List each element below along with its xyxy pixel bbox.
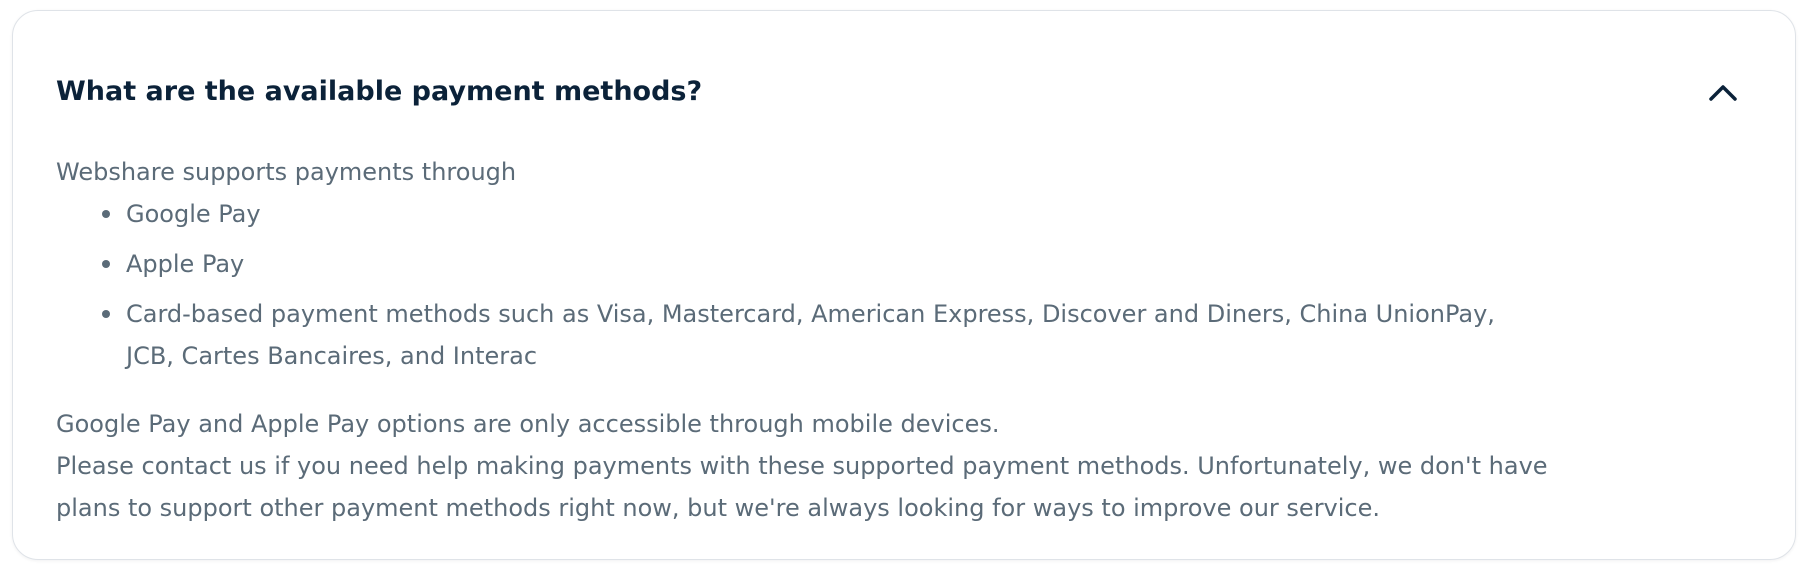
bullet-icon [102,310,110,318]
payment-method-google-pay: Google Pay [126,200,261,228]
payment-methods-list: Google Pay Apple Pay Card-based payment … [56,193,1616,377]
faq-toggle-button[interactable] [1703,73,1743,113]
faq-question[interactable]: What are the available payment methods? [56,75,702,109]
payment-method-item: Card-based payment methods such as Visa,… [56,293,1616,377]
chevron-up-icon [1709,85,1737,101]
payment-method-apple-pay: Apple Pay [126,250,245,278]
bullet-icon [102,260,110,268]
payment-method-item: Google Pay [56,193,1616,235]
faq-question-header[interactable]: What are the available payment methods? [13,11,1795,161]
mobile-note: Google Pay and Apple Pay options are onl… [56,410,1000,438]
support-contact-text: Please contact us if you need help makin… [56,452,1548,522]
answer-intro: Webshare supports payments through [56,158,517,186]
payment-method-item: Apple Pay [56,243,1616,285]
faq-answer: Webshare supports payments through Googl… [56,151,1616,529]
payment-method-cards: Card-based payment methods such as Visa,… [126,300,1495,370]
answer-spacer [56,385,1616,403]
faq-item: What are the available payment methods? … [12,10,1796,560]
bullet-icon [102,210,110,218]
